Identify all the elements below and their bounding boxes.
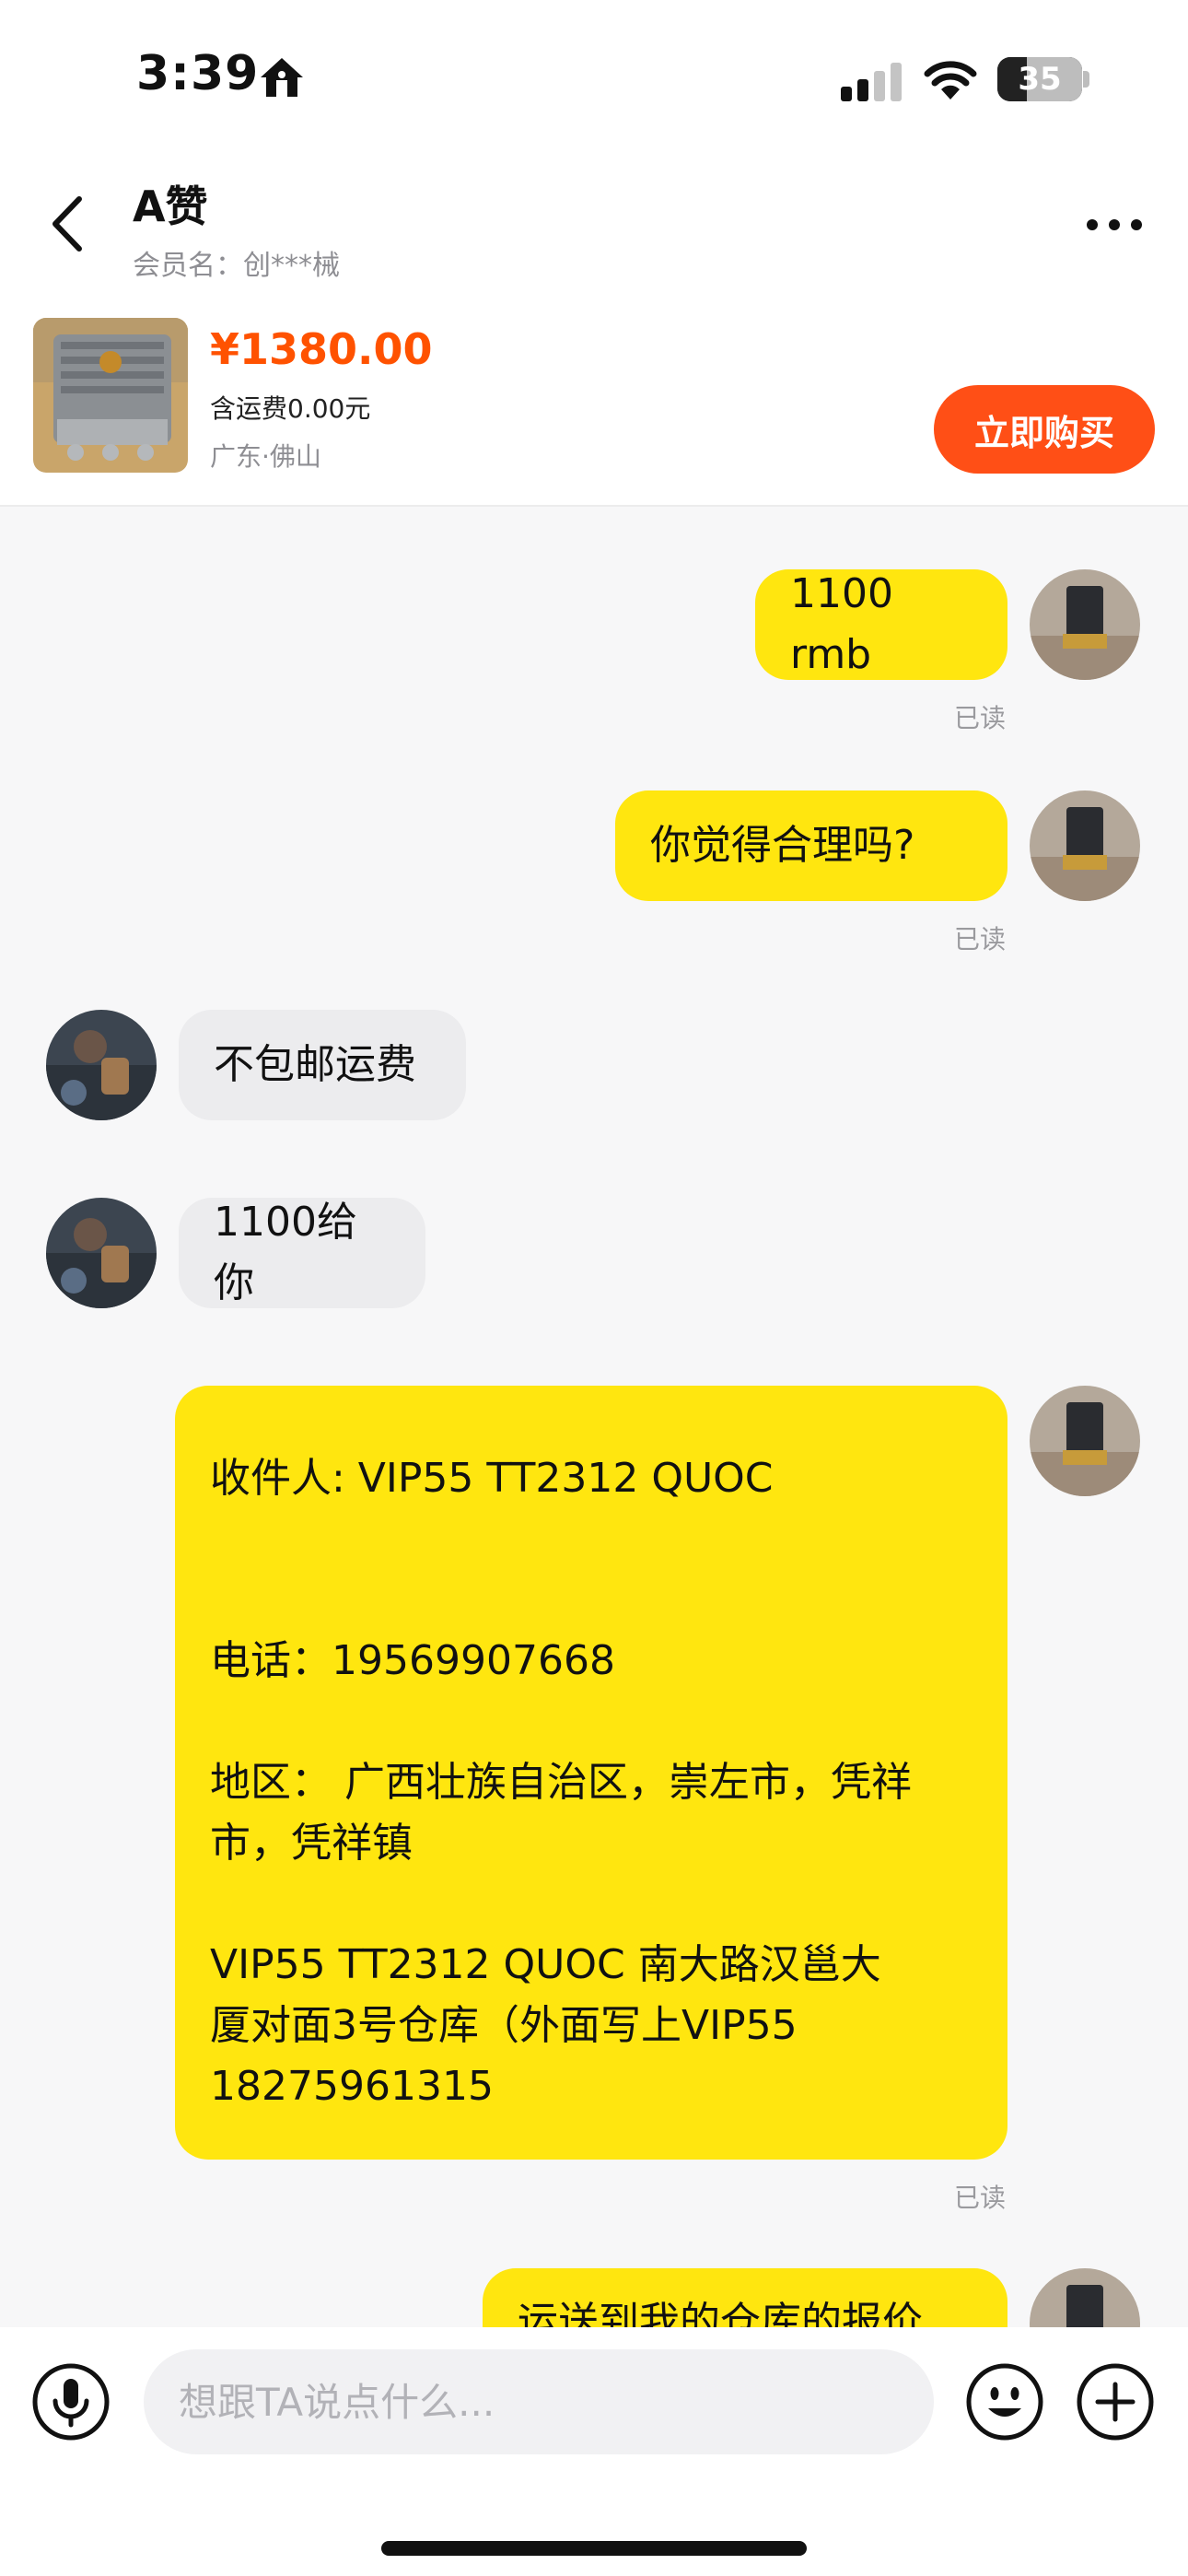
- chat-screen: 3:39 35 A赞 会员名：创***械 ¥1380.00 含运费0.00元 广…: [0, 0, 1188, 2576]
- my-avatar[interactable]: [1030, 790, 1140, 901]
- contact-name: A赞: [133, 181, 208, 231]
- my-message-bubble-address[interactable]: 收件人: VIP55 TT2312 QUOC 电话：19569907668 地区…: [175, 1386, 1007, 2160]
- battery-icon: 35: [997, 57, 1082, 101]
- my-message-bubble[interactable]: 你觉得合理吗?: [615, 790, 1007, 901]
- emoji-icon[interactable]: [965, 2362, 1044, 2441]
- contact-avatar[interactable]: [46, 1198, 157, 1308]
- home-indicator[interactable]: [381, 2541, 807, 2556]
- message-text: 你觉得合理吗?: [650, 822, 915, 869]
- read-status: 已读: [954, 2183, 1007, 2213]
- message-line: 收件人: VIP55 TT2312 QUOC: [210, 1455, 774, 1502]
- plus-icon[interactable]: [1076, 2362, 1155, 2441]
- cellular-signal-icon: [841, 63, 902, 101]
- wifi-icon: [924, 61, 977, 100]
- message-input[interactable]: [144, 2349, 934, 2454]
- message-text: 1100 rmb: [790, 570, 893, 678]
- read-status: 已读: [954, 703, 1007, 733]
- message-text: 不包邮运费: [214, 1041, 416, 1088]
- message-line: 电话：19569907668: [210, 1637, 615, 1684]
- contact-message-bubble[interactable]: 不包邮运费: [179, 1010, 466, 1120]
- message-text: 1100给你: [214, 1199, 357, 1306]
- contact-avatar[interactable]: [46, 1010, 157, 1120]
- message-text: 运送到我的仓库的报价: [518, 2299, 923, 2327]
- shipping-fee: 含运费0.00元: [210, 393, 371, 424]
- product-location: 广东·佛山: [210, 441, 321, 472]
- message-line: VIP55 TT2312 QUOC 南大路汉邕大: [210, 1941, 881, 1988]
- more-icon[interactable]: [1085, 217, 1144, 232]
- message-line: 地区： 广西壮族自治区，崇左市，凭祥: [210, 1759, 912, 1806]
- read-status: 已读: [954, 924, 1007, 954]
- battery-cap: [1083, 71, 1089, 88]
- message-line: 厦对面3号仓库（外面写上VIP55: [210, 2002, 798, 2049]
- message-line: 市，凭祥镇: [210, 1820, 413, 1867]
- my-message-bubble[interactable]: 1100 rmb: [755, 569, 1007, 680]
- mic-icon[interactable]: [31, 2362, 111, 2441]
- input-bar: [0, 2327, 1188, 2576]
- product-card[interactable]: ¥1380.00 含运费0.00元 广东·佛山 立即购买: [0, 304, 1188, 507]
- member-name: 会员名：创***械: [133, 250, 340, 282]
- product-thumbnail[interactable]: [33, 318, 188, 473]
- back-icon[interactable]: [48, 195, 85, 252]
- my-avatar[interactable]: [1030, 569, 1140, 680]
- status-bar: 3:39 35: [0, 0, 1188, 138]
- message-list[interactable]: 1100 rmb 已读 你觉得合理吗? 已读 不包邮运费 1100给你 收件人:…: [0, 509, 1188, 2327]
- my-avatar[interactable]: [1030, 1386, 1140, 1496]
- my-message-bubble[interactable]: 运送到我的仓库的报价: [483, 2268, 1007, 2327]
- status-time: 3:39: [136, 46, 260, 101]
- chat-header: A赞 会员名：创***械: [0, 138, 1188, 304]
- home-icon: [261, 58, 303, 97]
- contact-message-bubble[interactable]: 1100给你: [179, 1198, 425, 1308]
- buy-now-button[interactable]: 立即购买: [934, 385, 1155, 474]
- product-price: ¥1380.00: [210, 324, 433, 374]
- battery-level: 35: [1018, 61, 1062, 98]
- message-line: 18275961315: [210, 2063, 494, 2110]
- my-avatar[interactable]: [1030, 2268, 1140, 2327]
